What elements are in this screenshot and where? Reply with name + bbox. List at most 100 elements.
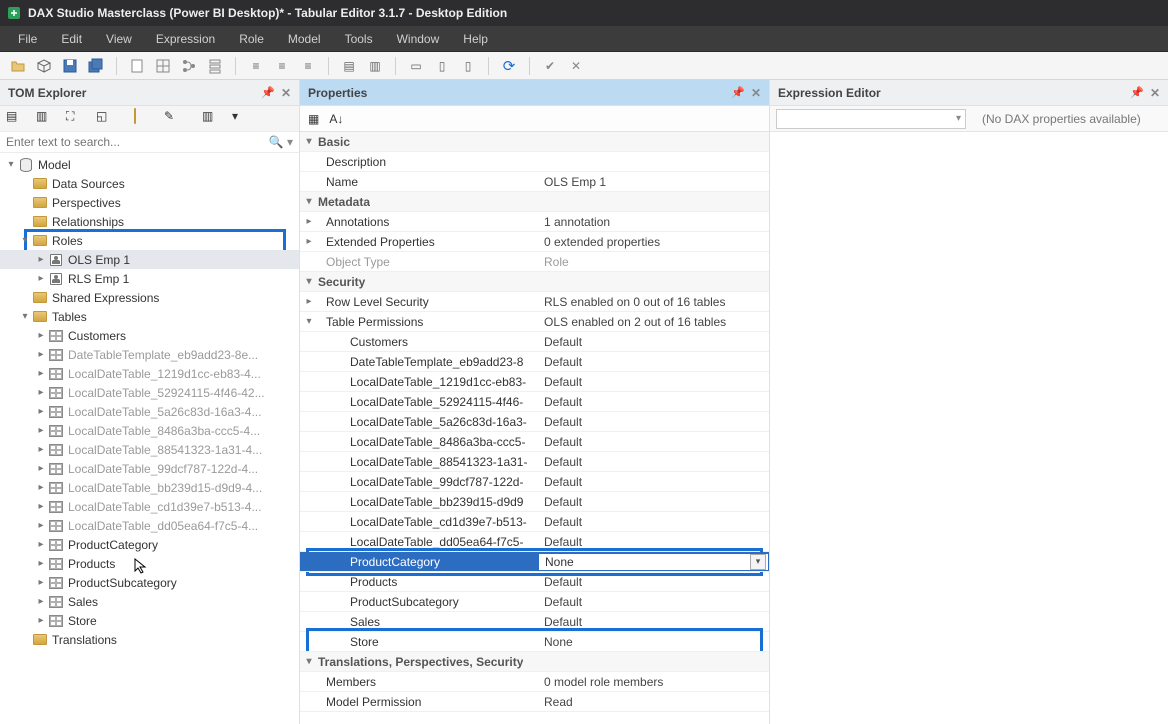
menu-edit[interactable]: Edit	[51, 28, 92, 50]
menu-role[interactable]: Role	[229, 28, 274, 50]
tom-node-customers[interactable]: ▸Customers	[0, 326, 299, 345]
prop-extended-properties[interactable]: ▸Extended Properties0 extended propertie…	[300, 232, 769, 252]
prop-name[interactable]: NameOLS Emp 1	[300, 172, 769, 192]
prop-tp-ldt2[interactable]: LocalDateTable_52924115-4f46-Default	[300, 392, 769, 412]
cube-icon[interactable]	[32, 55, 56, 77]
checkbox-off-icon[interactable]: ▥	[363, 55, 387, 77]
menu-window[interactable]: Window	[387, 28, 450, 50]
pin-icon[interactable]: 📌	[1130, 86, 1144, 100]
tom-search-input[interactable]	[6, 135, 265, 149]
checkbox-icon[interactable]: ▤	[337, 55, 361, 77]
tom-node-ldt7[interactable]: ▸LocalDateTable_bb239d15-d9d9-4...	[0, 478, 299, 497]
tom-node-sales[interactable]: ▸Sales	[0, 592, 299, 611]
prop-tp-product-category[interactable]: ProductCategoryNone▾	[300, 552, 769, 572]
tom-node-product-category[interactable]: ▸ProductCategory	[0, 535, 299, 554]
tom-node-roles[interactable]: ▾Roles	[0, 231, 299, 250]
tom-node-ldt4[interactable]: ▸LocalDateTable_8486a3ba-ccc5-4...	[0, 421, 299, 440]
prop-annotations[interactable]: ▸Annotations1 annotation	[300, 212, 769, 232]
prop-tp-store[interactable]: StoreNone	[300, 632, 769, 652]
prop-tp-ldt6[interactable]: LocalDateTable_99dcf787-122d-Default	[300, 472, 769, 492]
toggle-lines-icon[interactable]: ≡	[296, 55, 320, 77]
close-icon[interactable]: ✕	[1150, 86, 1160, 100]
tom-node-ldt6[interactable]: ▸LocalDateTable_99dcf787-122d-4...	[0, 459, 299, 478]
cancel-icon[interactable]: ✕	[564, 55, 588, 77]
tom-node-ldt9[interactable]: ▸LocalDateTable_dd05ea64-f7c5-4...	[0, 516, 299, 535]
tom-node-product-subcategory[interactable]: ▸ProductSubcategory	[0, 573, 299, 592]
screen-icon[interactable]: ▭	[404, 55, 428, 77]
tom-node-ldt3[interactable]: ▸LocalDateTable_5a26c83d-16a3-4...	[0, 402, 299, 421]
columns-icon[interactable]: ▥	[202, 109, 224, 129]
document-icon[interactable]	[125, 55, 149, 77]
tom-node-perspectives[interactable]: Perspectives	[0, 193, 299, 212]
tom-node-dtt[interactable]: ▸DateTableTemplate_eb9add23-8e...	[0, 345, 299, 364]
prop-tp-products[interactable]: ProductsDefault	[300, 572, 769, 592]
prop-tp-ldt4[interactable]: LocalDateTable_8486a3ba-ccc5-Default	[300, 432, 769, 452]
tom-node-model[interactable]: ▾Model	[0, 155, 299, 174]
indent-left-icon[interactable]: ≡	[244, 55, 268, 77]
prop-tp-dtt[interactable]: DateTableTemplate_eb9add23-8Default	[300, 352, 769, 372]
cube2-icon[interactable]: ◱	[96, 109, 118, 129]
indent-right-icon[interactable]: ≡	[270, 55, 294, 77]
tom-node-translations[interactable]: Translations	[0, 630, 299, 649]
tom-node-ldt5[interactable]: ▸LocalDateTable_88541323-1a31-4...	[0, 440, 299, 459]
tom-node-ols-emp-1[interactable]: ▸OLS Emp 1	[0, 250, 299, 269]
menu-view[interactable]: View	[96, 28, 142, 50]
refresh-icon[interactable]: ⟳	[497, 55, 521, 77]
prop-members[interactable]: Members0 model role members	[300, 672, 769, 692]
comment-icon[interactable]: ▯	[430, 55, 454, 77]
dropdown-icon[interactable]: ▾	[232, 109, 254, 129]
prop-object-type[interactable]: Object TypeRole	[300, 252, 769, 272]
save-all-icon[interactable]	[84, 55, 108, 77]
save-icon[interactable]	[58, 55, 82, 77]
dropdown-icon[interactable]: ▾	[750, 554, 766, 570]
menu-help[interactable]: Help	[453, 28, 498, 50]
prop-tp-ldt7[interactable]: LocalDateTable_bb239d15-d9d9Default	[300, 492, 769, 512]
prop-tp-ldt1[interactable]: LocalDateTable_1219d1cc-eb83-Default	[300, 372, 769, 392]
branch-icon[interactable]	[177, 55, 201, 77]
prop-category-metadata[interactable]: ▾Metadata	[300, 192, 769, 212]
prop-rls[interactable]: ▸Row Level SecurityRLS enabled on 0 out …	[300, 292, 769, 312]
prop-tp-sales[interactable]: SalesDefault	[300, 612, 769, 632]
pin-icon[interactable]: 📌	[261, 86, 275, 100]
menu-expression[interactable]: Expression	[146, 28, 225, 50]
edit-icon[interactable]: ✎	[164, 109, 186, 129]
categorize-icon[interactable]: ▦	[308, 112, 319, 126]
servers-icon[interactable]	[203, 55, 227, 77]
prop-category-tps[interactable]: ▾Translations, Perspectives, Security	[300, 652, 769, 672]
comment2-icon[interactable]: ▯	[456, 55, 480, 77]
sort-icon[interactable]: A↓	[329, 112, 343, 126]
view-list-icon[interactable]: ▤	[6, 109, 28, 129]
close-icon[interactable]: ✕	[751, 86, 761, 100]
prop-category-basic[interactable]: ▾Basic	[300, 132, 769, 152]
view-tree-icon[interactable]: ▥	[36, 109, 58, 129]
grid-icon[interactable]	[151, 55, 175, 77]
menu-tools[interactable]: Tools	[335, 28, 383, 50]
tom-node-ldt1[interactable]: ▸LocalDateTable_1219d1cc-eb83-4...	[0, 364, 299, 383]
tom-node-ldt2[interactable]: ▸LocalDateTable_52924115-4f46-42...	[0, 383, 299, 402]
pin-icon[interactable]: 📌	[731, 86, 745, 100]
tom-node-tables[interactable]: ▾Tables	[0, 307, 299, 326]
tom-node-shared-expressions[interactable]: Shared Expressions	[0, 288, 299, 307]
expression-property-select[interactable]: ▾	[776, 109, 966, 129]
search-icon[interactable]: 🔍 ▾	[269, 135, 293, 149]
prop-table-permissions[interactable]: ▾Table PermissionsOLS enabled on 2 out o…	[300, 312, 769, 332]
tom-node-ldt8[interactable]: ▸LocalDateTable_cd1d39e7-b513-4...	[0, 497, 299, 516]
hierarchy-icon[interactable]: ⛶	[66, 109, 88, 129]
prop-model-permission[interactable]: Model PermissionRead	[300, 692, 769, 712]
menu-file[interactable]: File	[8, 28, 47, 50]
prop-tp-ldt3[interactable]: LocalDateTable_5a26c83d-16a3-Default	[300, 412, 769, 432]
accept-icon[interactable]: ✔	[538, 55, 562, 77]
tom-node-products[interactable]: ▸Products	[0, 554, 299, 573]
tom-node-rls-emp-1[interactable]: ▸RLS Emp 1	[0, 269, 299, 288]
prop-tp-product-subcategory[interactable]: ProductSubcategoryDefault	[300, 592, 769, 612]
menu-model[interactable]: Model	[278, 28, 331, 50]
folder-toggle-icon[interactable]	[134, 109, 156, 129]
open-folder-icon[interactable]	[6, 55, 30, 77]
prop-tp-ldt9[interactable]: LocalDateTable_dd05ea64-f7c5-Default	[300, 532, 769, 552]
tom-node-store[interactable]: ▸Store	[0, 611, 299, 630]
tom-node-data-sources[interactable]: Data Sources	[0, 174, 299, 193]
prop-tp-customers[interactable]: CustomersDefault	[300, 332, 769, 352]
prop-tp-ldt8[interactable]: LocalDateTable_cd1d39e7-b513-Default	[300, 512, 769, 532]
prop-description[interactable]: Description	[300, 152, 769, 172]
close-icon[interactable]: ✕	[281, 86, 291, 100]
